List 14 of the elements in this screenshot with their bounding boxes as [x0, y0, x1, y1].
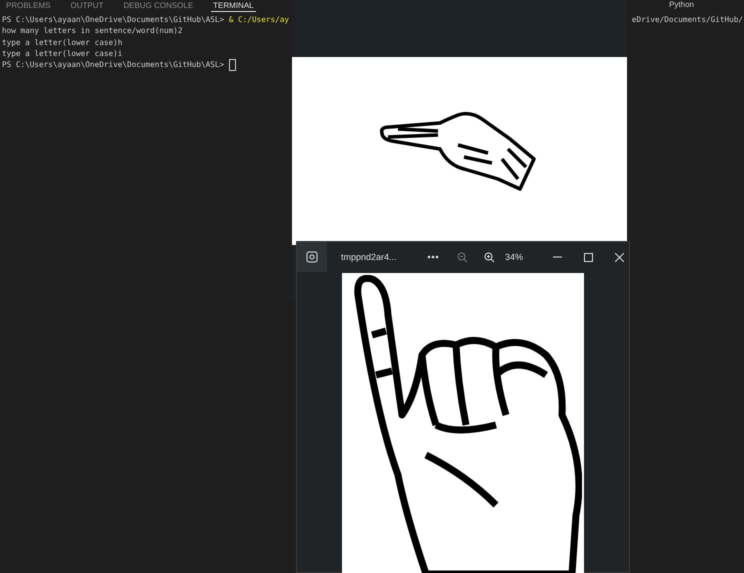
zoom-in-icon[interactable] — [484, 252, 495, 262]
minimize-icon[interactable] — [553, 256, 562, 258]
close-icon[interactable] — [615, 252, 624, 262]
zoom-out-icon[interactable] — [457, 252, 468, 262]
zoom-level: 34% — [505, 252, 524, 262]
panel-tab[interactable]: DEBUG CONSOLE — [121, 0, 196, 12]
terminal-profile-label[interactable]: Python — [669, 0, 694, 10]
panel-tab[interactable]: TERMINAL — [211, 0, 256, 12]
file-name: tmppnd2ar4... — [341, 252, 398, 262]
maximize-icon[interactable] — [584, 252, 594, 262]
panel-tab[interactable]: PROBLEMS — [4, 0, 52, 12]
more-icon[interactable] — [427, 255, 439, 259]
panel-tab[interactable]: OUTPUT — [68, 0, 106, 12]
gallery-icon[interactable] — [297, 242, 327, 272]
